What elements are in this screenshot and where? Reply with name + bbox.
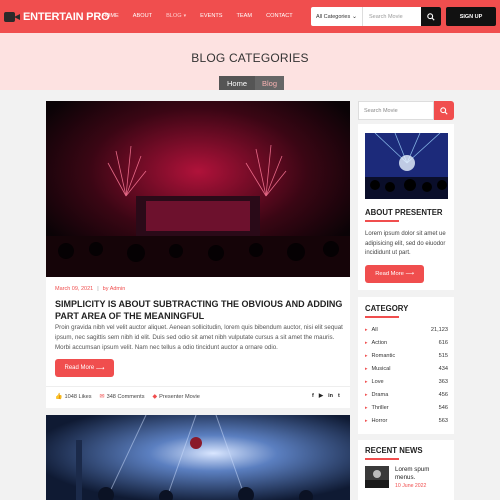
blog-post-card (46, 415, 350, 500)
caret-right-icon: ▸ (365, 326, 368, 333)
chevron-down-icon: ▾ (183, 13, 187, 19)
about-read-more-button[interactable]: Read More ⟶ (365, 265, 424, 283)
arrow-right-icon: ⟶ (95, 365, 105, 372)
twitter-icon[interactable]: t (338, 393, 340, 399)
breadcrumb-home[interactable]: Home (219, 76, 255, 90)
brand-logo[interactable]: ENTERTAIN PRO (4, 9, 110, 24)
tag[interactable]: ◆ Presenter Movie (152, 393, 200, 401)
breadcrumb: Home Blog (219, 76, 285, 90)
comment-icon: ✉ (99, 394, 105, 400)
blog-post-card: March 09, 2021 | by Admin SIMPLICITY IS AB… (46, 101, 350, 408)
about-text: Lorem ipsum dolor sit amet ue adipisicin… (365, 231, 446, 256)
post-date[interactable]: March 09, 2021 (55, 286, 93, 292)
post-meta: March 09, 2021 | by Admin (55, 286, 126, 292)
nav-contact[interactable]: CONTACT (266, 13, 293, 19)
top-navbar: ENTERTAIN PRO HOME ABOUT BLOG ▾ EVENTS TE… (0, 0, 500, 33)
category-heading: CATEGORY (365, 304, 409, 313)
caret-right-icon: ▸ (365, 417, 368, 424)
caret-right-icon: ▸ (365, 404, 368, 411)
category-item-action[interactable]: ▸ Action 616 (365, 336, 448, 349)
news-title[interactable]: Lorem spum menus. (395, 466, 450, 482)
post-excerpt: Proin gravida nibh vel velit auctor aliq… (55, 324, 343, 351)
category-item-musical[interactable]: ▸ Musical 434 (365, 362, 448, 375)
category-widget: CATEGORY ▸ All 21,123 ▸ Action 616 ▸ Romantic… (358, 297, 454, 434)
sidebar-search-button[interactable] (434, 101, 454, 120)
brand-name: ENTERTAIN PRO (23, 10, 110, 23)
category-item-drama[interactable]: ▸ Drama 456 (365, 388, 448, 401)
nav-events[interactable]: EVENTS (200, 13, 222, 19)
post-footer: 👍 1048 Likes ✉ 348 Comments ◆ Presenter Mov… (55, 393, 208, 401)
recent-news-widget: RECENT NEWS Lorem spum menus. 10 June 20… (358, 440, 454, 500)
thumbs-up-icon: 👍 (55, 394, 63, 400)
nav-blog[interactable]: BLOG ▾ (166, 13, 186, 19)
youtube-icon[interactable]: ▶ (319, 393, 323, 399)
breadcrumb-blog: Blog (255, 76, 285, 90)
social-share: f ▶ in t (307, 393, 340, 399)
search-input[interactable]: Search Movie (363, 14, 421, 20)
caret-right-icon: ▸ (365, 365, 368, 372)
category-item-horror[interactable]: ▸ Horror 563 (365, 414, 448, 427)
search-button[interactable] (421, 7, 441, 26)
header-search: All Categories ⌄ Search Movie (311, 7, 441, 26)
signup-button[interactable]: SIGN UP (446, 7, 496, 26)
category-item-all[interactable]: ▸ All 21,123 (365, 323, 448, 336)
presenter-image (365, 133, 448, 199)
post-image-concert[interactable] (46, 101, 350, 277)
nav-home[interactable]: HOME (102, 13, 119, 19)
news-date: 10 June 2022 (395, 483, 427, 489)
category-item-love[interactable]: ▸ Love 363 (365, 375, 448, 388)
recent-news-heading: RECENT NEWS (365, 446, 423, 455)
chevron-down-icon: ⌄ (351, 14, 357, 20)
divider (46, 386, 350, 387)
linkedin-icon[interactable]: in (328, 393, 333, 399)
sidebar-search: Search Movie (358, 101, 454, 120)
heading-underline (365, 458, 399, 460)
comments[interactable]: ✉ 348 Comments (99, 393, 145, 401)
category-list: ▸ All 21,123 ▸ Action 616 ▸ Romantic 515 ▸ Musi… (365, 323, 448, 427)
main-nav: HOME ABOUT BLOG ▾ EVENTS TEAM CONTACT (102, 13, 307, 19)
category-item-romantic[interactable]: ▸ Romantic 515 (365, 349, 448, 362)
post-title[interactable]: SIMPLICITY IS ABOUT SUBTRACTING THE OBVI… (55, 298, 343, 322)
likes[interactable]: 👍 1048 Likes (55, 393, 92, 401)
caret-right-icon: ▸ (365, 339, 368, 346)
category-item-thriller[interactable]: ▸ Thriller 546 (365, 401, 448, 414)
facebook-icon[interactable]: f (312, 393, 314, 399)
sidebar-search-input[interactable]: Search Movie (358, 101, 434, 120)
heading-underline (365, 220, 399, 222)
post-image-stage[interactable] (46, 415, 350, 500)
search-icon (427, 12, 435, 21)
nav-about[interactable]: ABOUT (133, 13, 152, 19)
about-heading: ABOUT PRESENTER (365, 208, 443, 217)
about-presenter-widget: ABOUT PRESENTER Lorem ipsum dolor sit am… (358, 124, 454, 290)
search-icon (440, 106, 448, 115)
camera-icon (4, 11, 20, 23)
read-more-button[interactable]: Read More ⟶ (55, 359, 114, 377)
page-title: BLOG CATEGORIES (191, 51, 309, 65)
arrow-right-icon: ⟶ (405, 271, 414, 277)
category-select[interactable]: All Categories ⌄ (311, 7, 363, 26)
caret-right-icon: ▸ (365, 378, 368, 385)
nav-team[interactable]: TEAM (237, 13, 253, 19)
caret-right-icon: ▸ (365, 352, 368, 359)
caret-right-icon: ▸ (365, 391, 368, 398)
tag-icon: ◆ (152, 394, 158, 400)
heading-underline (365, 316, 399, 318)
news-thumbnail[interactable] (365, 466, 389, 488)
post-author[interactable]: by Admin (103, 286, 126, 292)
